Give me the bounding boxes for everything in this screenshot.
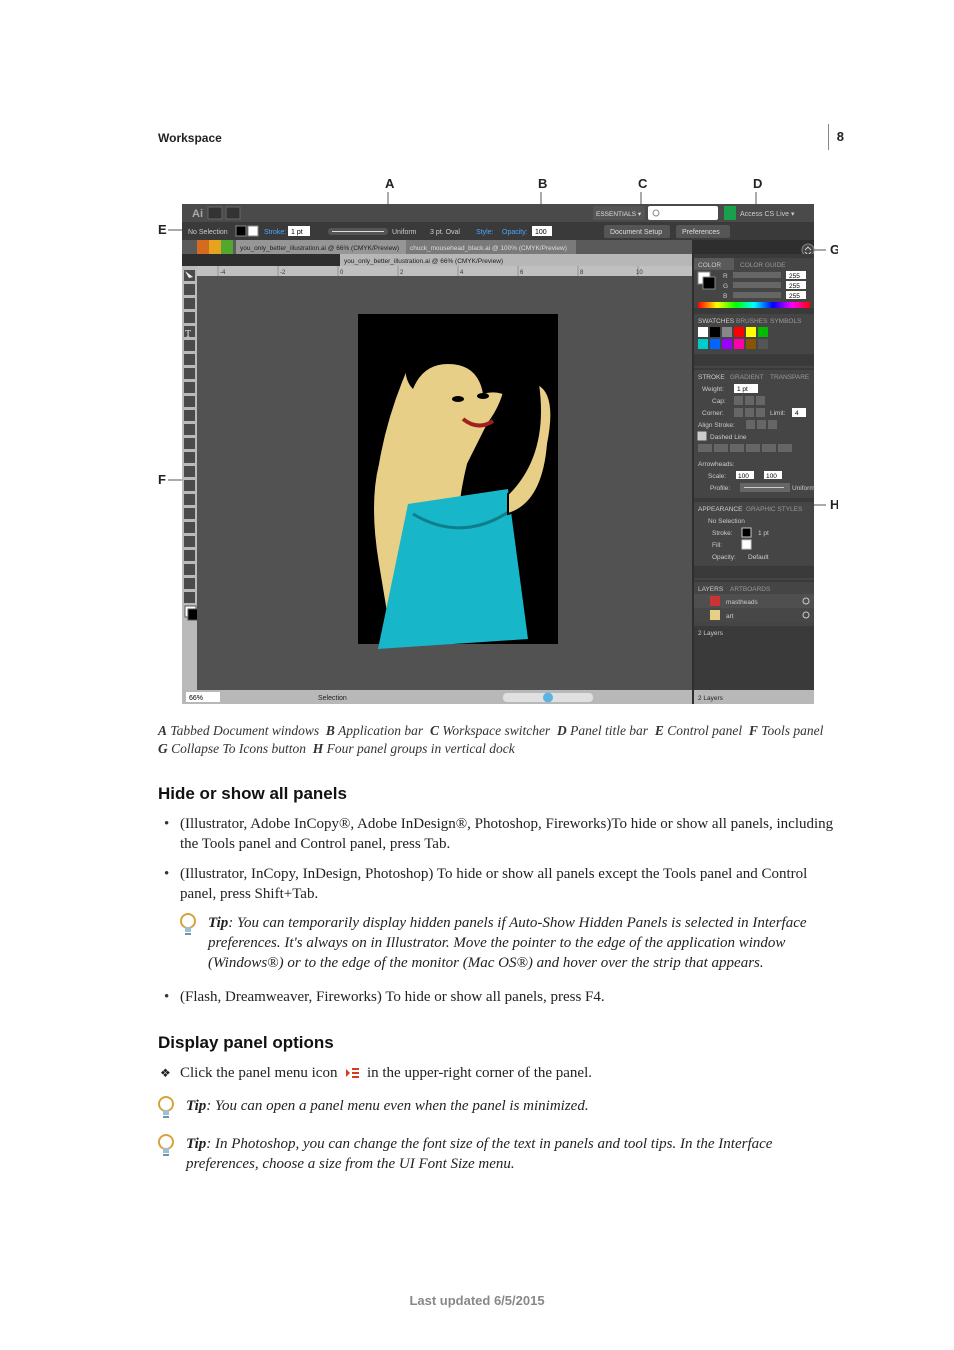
- lightbulb-icon: [156, 1134, 176, 1164]
- heading-hide-show: Hide or show all panels: [158, 783, 834, 806]
- panel-tab-swatches[interactable]: SWATCHES: [698, 318, 735, 325]
- doc-setup-button[interactable]: Document Setup: [610, 229, 662, 236]
- svg-text:Uniform: Uniform: [392, 229, 417, 236]
- svg-text:art: art: [726, 613, 734, 620]
- svg-text:1 pt: 1 pt: [758, 530, 769, 537]
- lightbulb-icon: [156, 1096, 176, 1126]
- doc-tab-1[interactable]: you_only_better_illustration.ai @ 66% (C…: [240, 245, 399, 252]
- svg-text:Dashed Line: Dashed Line: [710, 434, 747, 441]
- svg-text:Limit:: Limit:: [770, 410, 786, 417]
- panel-menu-icon: [344, 1066, 360, 1086]
- svg-text:100: 100: [766, 473, 777, 480]
- svg-text:TRANSPARE: TRANSPARE: [770, 374, 810, 381]
- svg-text:-4: -4: [220, 270, 226, 276]
- svg-text:GRAPHIC STYLES: GRAPHIC STYLES: [746, 506, 803, 513]
- cs-live[interactable]: Access CS Live ▾: [740, 211, 795, 218]
- svg-text:1 pt: 1 pt: [291, 229, 303, 236]
- panel-tab-color[interactable]: COLOR: [698, 262, 721, 269]
- svg-text:Weight:: Weight:: [702, 386, 724, 393]
- svg-text:Fill:: Fill:: [712, 542, 722, 549]
- workspace-figure: A B C D E F G H: [158, 174, 834, 714]
- doc-active-title: you_only_better_illustration.ai @ 66% (C…: [344, 258, 503, 265]
- svg-text:66%: 66%: [189, 695, 203, 702]
- panel-tab-colorguide[interactable]: COLOR GUIDE: [740, 262, 786, 269]
- svg-text:Stroke:: Stroke:: [712, 530, 733, 537]
- svg-text:Profile:: Profile:: [710, 485, 730, 492]
- status-bar: 66% Selection: [182, 690, 692, 704]
- callout-E: E: [158, 222, 167, 237]
- svg-text:10: 10: [636, 270, 643, 276]
- svg-text:Align Stroke:: Align Stroke:: [698, 422, 735, 429]
- type-tool-icon[interactable]: T: [185, 329, 191, 340]
- panel-tab-layers[interactable]: LAYERS: [698, 586, 724, 593]
- list-item: (Illustrator, Adobe InCopy®, Adobe InDes…: [158, 814, 834, 855]
- tip-block: Tip: You can temporarily display hidden …: [208, 913, 834, 974]
- control-panel: No Selection Stroke: 1 pt Uniform 3 pt. …: [182, 222, 814, 240]
- tools-panel: T: [182, 266, 199, 690]
- ctrl-style[interactable]: Style:: [476, 229, 494, 236]
- figure-caption: A Tabbed Document windows B Application …: [158, 722, 834, 758]
- svg-text:2 Layers: 2 Layers: [698, 630, 724, 637]
- page-number: 8: [828, 124, 844, 150]
- panel-tab-appearance[interactable]: APPEARANCE: [698, 506, 743, 513]
- svg-text:No Selection: No Selection: [708, 518, 745, 525]
- svg-text:255: 255: [789, 293, 800, 300]
- callout-A: A: [385, 176, 395, 191]
- svg-text:GRADIENT: GRADIENT: [730, 374, 764, 381]
- callout-B: B: [538, 176, 547, 191]
- artwork: [358, 314, 558, 649]
- svg-text:Selection: Selection: [318, 695, 347, 702]
- callout-F: F: [158, 472, 166, 487]
- preferences-button[interactable]: Preferences: [682, 229, 720, 236]
- diamond-bullet-icon: ❖: [160, 1065, 171, 1081]
- svg-text:G: G: [723, 283, 728, 290]
- running-head: Workspace: [158, 130, 834, 146]
- panel-dock: COLOR COLOR GUIDE R 255 G 255 B 255 SWATCHE…: [694, 254, 815, 704]
- footer-last-updated: Last updated 6/5/2015: [0, 1292, 954, 1310]
- svg-text:255: 255: [789, 273, 800, 280]
- callout-G: G: [830, 242, 838, 257]
- svg-text:Arrowheads:: Arrowheads:: [698, 461, 735, 468]
- svg-text:100: 100: [535, 229, 547, 236]
- svg-text:BRUSHES: BRUSHES: [736, 318, 768, 325]
- svg-text:1 pt: 1 pt: [737, 386, 748, 393]
- tip-block: Tip: You can open a panel menu even when…: [186, 1096, 834, 1116]
- svg-text:Default: Default: [748, 554, 769, 561]
- callout-C: C: [638, 176, 648, 191]
- tip-block: Tip: In Photoshop, you can change the fo…: [186, 1134, 834, 1175]
- svg-text:Uniform: Uniform: [792, 485, 815, 492]
- svg-text:4: 4: [795, 410, 799, 417]
- svg-text:Scale:: Scale:: [708, 473, 726, 480]
- svg-text:100: 100: [738, 473, 749, 480]
- callout-H: H: [830, 497, 838, 512]
- callout-D: D: [753, 176, 762, 191]
- svg-text:SYMBOLS: SYMBOLS: [770, 318, 802, 325]
- ctrl-selection: No Selection: [188, 229, 228, 236]
- svg-text:Cap:: Cap:: [712, 398, 726, 405]
- svg-text:-2: -2: [280, 270, 286, 276]
- application-bar: Ai ESSENTIALS ▾ Access CS Live ▾: [182, 204, 814, 222]
- svg-text:2 Layers: 2 Layers: [698, 695, 724, 702]
- panel-tab-stroke[interactable]: STROKE: [698, 374, 725, 381]
- ctrl-opacity[interactable]: Opacity:: [502, 229, 528, 236]
- app-logo: Ai: [192, 208, 203, 220]
- svg-text:mastheads: mastheads: [726, 599, 759, 606]
- workspace-switcher[interactable]: ESSENTIALS ▾: [596, 211, 642, 218]
- svg-text:ARTBOARDS: ARTBOARDS: [730, 586, 771, 593]
- list-item: ❖ Click the panel menu icon in the upper…: [158, 1063, 834, 1086]
- svg-text:Corner:: Corner:: [702, 410, 724, 417]
- heading-display-options: Display panel options: [158, 1032, 834, 1055]
- list-item: (Illustrator, InCopy, InDesign, Photosho…: [158, 864, 834, 973]
- lightbulb-icon: [178, 913, 198, 943]
- ctrl-stroke-label[interactable]: Stroke:: [264, 229, 286, 236]
- list-item: (Flash, Dreamweaver, Fireworks) To hide …: [158, 987, 834, 1007]
- doc-tab-2[interactable]: chuck_mousehead_black.ai @ 100% (CMYK/Pr…: [410, 245, 567, 252]
- svg-text:B: B: [723, 293, 727, 300]
- svg-text:255: 255: [789, 283, 800, 290]
- svg-text:Opacity:: Opacity:: [712, 554, 736, 561]
- svg-text:3 pt. Oval: 3 pt. Oval: [430, 229, 460, 236]
- svg-text:R: R: [723, 273, 728, 280]
